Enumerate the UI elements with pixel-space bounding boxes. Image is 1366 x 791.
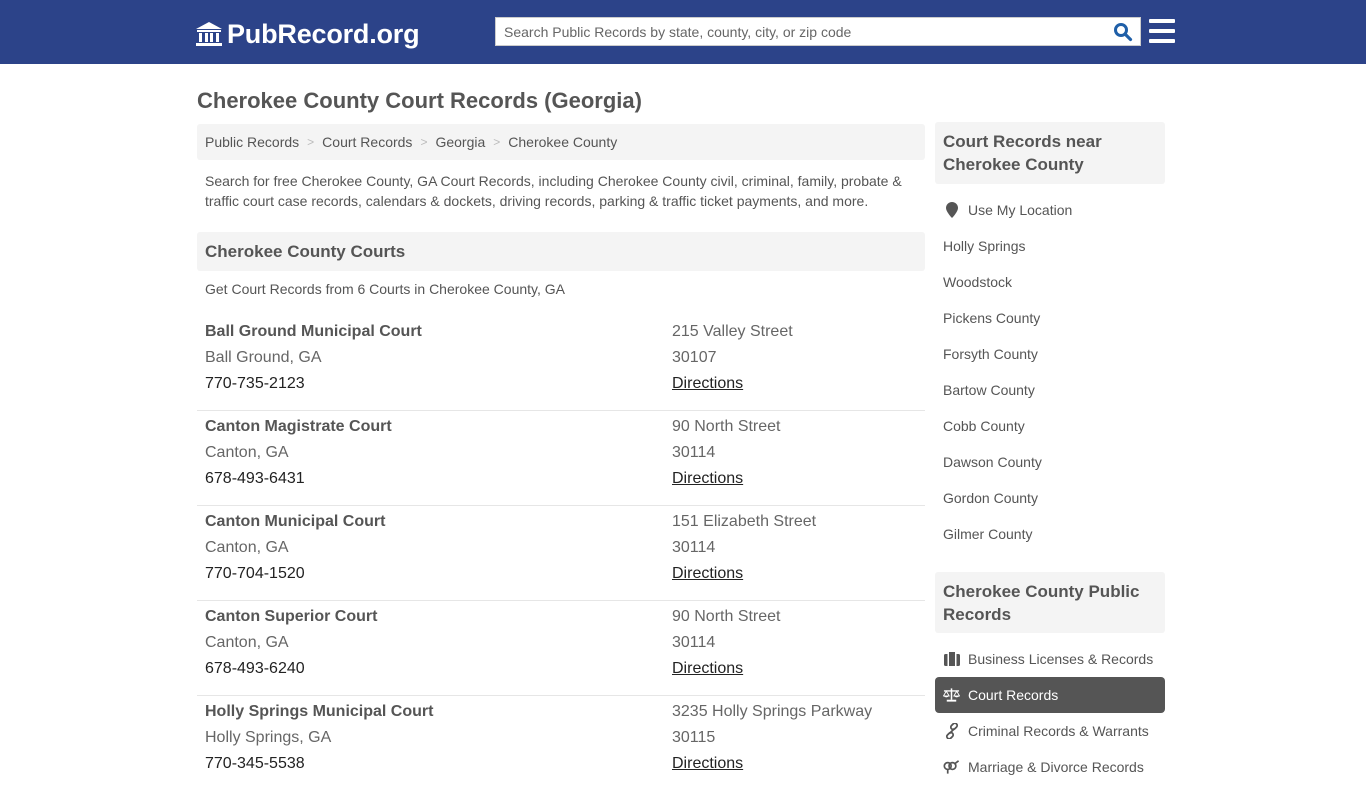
directions-link[interactable]: Directions <box>672 755 743 772</box>
nearby-item-woodstock[interactable]: Woodstock <box>935 264 1165 300</box>
menu-bar <box>1149 29 1175 33</box>
public-records-item-marriage-divorce[interactable]: Marriage & Divorce Records <box>935 749 1165 785</box>
court-address: 90 North Street <box>672 418 781 435</box>
logo-text: PubRecord.org <box>227 18 420 49</box>
nearby-item-holly-springs[interactable]: Holly Springs <box>935 228 1165 264</box>
nearby-item-pickens-county[interactable]: Pickens County <box>935 300 1165 336</box>
court-city: Ball Ground, GA <box>205 349 322 366</box>
use-my-location-link[interactable]: Use My Location <box>935 192 1165 228</box>
courts-section-subheading: Get Court Records from 6 Courts in Chero… <box>205 281 565 297</box>
directions-link[interactable]: Directions <box>672 375 743 392</box>
hamburger-menu-button[interactable] <box>1149 19 1175 43</box>
court-item: Ball Ground Municipal Court Ball Ground,… <box>197 316 925 411</box>
search-icon <box>1114 23 1133 42</box>
briefcase-icon <box>943 651 960 667</box>
page-title: Cherokee County Court Records (Georgia) <box>197 88 642 113</box>
map-marker-icon <box>943 202 960 218</box>
court-phone[interactable]: 770-735-2123 <box>205 371 422 397</box>
court-item: Canton Municipal Court Canton, GA 770-70… <box>197 506 925 601</box>
public-records-list: Business Licenses & Records Court Record… <box>935 641 1165 785</box>
nearby-list: Use My Location Holly Springs Woodstock … <box>935 192 1165 552</box>
breadcrumb-separator: > <box>307 135 315 149</box>
court-name[interactable]: Canton Municipal Court <box>205 509 385 535</box>
court-address: 90 North Street <box>672 608 781 625</box>
court-item: Canton Magistrate Court Canton, GA 678-4… <box>197 411 925 506</box>
breadcrumb: Public Records > Court Records > Georgia… <box>197 124 925 160</box>
breadcrumb-court-records[interactable]: Court Records <box>322 134 412 150</box>
nearby-item-forsyth-county[interactable]: Forsyth County <box>935 336 1165 372</box>
public-records-item-criminal[interactable]: Criminal Records & Warrants <box>935 713 1165 749</box>
court-zip: 30114 <box>672 539 716 556</box>
court-phone[interactable]: 678-493-6431 <box>205 466 392 492</box>
breadcrumb-public-records[interactable]: Public Records <box>205 134 299 150</box>
court-name[interactable]: Canton Magistrate Court <box>205 414 392 440</box>
court-zip: 30114 <box>672 444 716 461</box>
use-my-location-label: Use My Location <box>968 202 1073 218</box>
search-input[interactable] <box>496 18 1106 45</box>
public-records-item-court-records[interactable]: Court Records <box>935 677 1165 713</box>
court-item: Canton Superior Court Canton, GA 678-493… <box>197 601 925 696</box>
court-zip: 30115 <box>672 729 716 746</box>
public-records-item-label: Criminal Records & Warrants <box>968 723 1149 739</box>
court-city: Canton, GA <box>205 444 289 461</box>
menu-bar <box>1149 39 1175 43</box>
court-phone[interactable]: 770-704-1520 <box>205 561 385 587</box>
nearby-heading: Court Records near Cherokee County <box>935 122 1165 184</box>
court-city: Canton, GA <box>205 539 289 556</box>
public-records-item-label: Court Records <box>968 687 1059 703</box>
public-records-item-label: Marriage & Divorce Records <box>968 759 1144 775</box>
directions-link[interactable]: Directions <box>672 565 743 582</box>
court-item: Holly Springs Municipal Court Holly Spri… <box>197 696 925 791</box>
court-name[interactable]: Ball Ground Municipal Court <box>205 319 422 345</box>
court-zip: 30114 <box>672 634 716 651</box>
nearby-item-gordon-county[interactable]: Gordon County <box>935 480 1165 516</box>
top-navbar: PubRecord.org <box>0 0 1366 64</box>
search-bar <box>495 17 1141 46</box>
courthouse-icon <box>196 22 222 46</box>
search-button[interactable] <box>1110 20 1136 44</box>
nearby-item-gilmer-county[interactable]: Gilmer County <box>935 516 1165 552</box>
link-icon <box>943 723 960 739</box>
nearby-item-cobb-county[interactable]: Cobb County <box>935 408 1165 444</box>
breadcrumb-separator: > <box>420 135 428 149</box>
venus-mars-icon <box>943 759 960 775</box>
court-city: Canton, GA <box>205 634 289 651</box>
court-address: 215 Valley Street <box>672 323 793 340</box>
breadcrumb-separator: > <box>493 135 501 149</box>
court-name[interactable]: Canton Superior Court <box>205 604 377 630</box>
directions-link[interactable]: Directions <box>672 470 743 487</box>
breadcrumb-cherokee-county[interactable]: Cherokee County <box>508 134 617 150</box>
court-phone[interactable]: 678-493-6240 <box>205 656 377 682</box>
court-city: Holly Springs, GA <box>205 729 332 746</box>
court-address: 151 Elizabeth Street <box>672 513 817 530</box>
public-records-heading: Cherokee County Public Records <box>935 572 1165 633</box>
court-phone[interactable]: 770-345-5538 <box>205 751 433 777</box>
site-logo[interactable]: PubRecord.org <box>195 17 420 51</box>
public-records-item-business[interactable]: Business Licenses & Records <box>935 641 1165 677</box>
court-zip: 30107 <box>672 349 717 366</box>
courts-section-heading: Cherokee County Courts <box>197 232 925 271</box>
directions-link[interactable]: Directions <box>672 660 743 677</box>
menu-bar <box>1149 19 1175 23</box>
breadcrumb-georgia[interactable]: Georgia <box>435 134 485 150</box>
court-address: 3235 Holly Springs Parkway <box>672 703 873 720</box>
balance-scale-icon <box>943 687 960 703</box>
intro-text: Search for free Cherokee County, GA Cour… <box>205 173 902 209</box>
nearby-item-dawson-county[interactable]: Dawson County <box>935 444 1165 480</box>
nearby-item-bartow-county[interactable]: Bartow County <box>935 372 1165 408</box>
court-name[interactable]: Holly Springs Municipal Court <box>205 699 433 725</box>
courts-list: Ball Ground Municipal Court Ball Ground,… <box>197 316 925 791</box>
public-records-item-label: Business Licenses & Records <box>968 651 1154 667</box>
